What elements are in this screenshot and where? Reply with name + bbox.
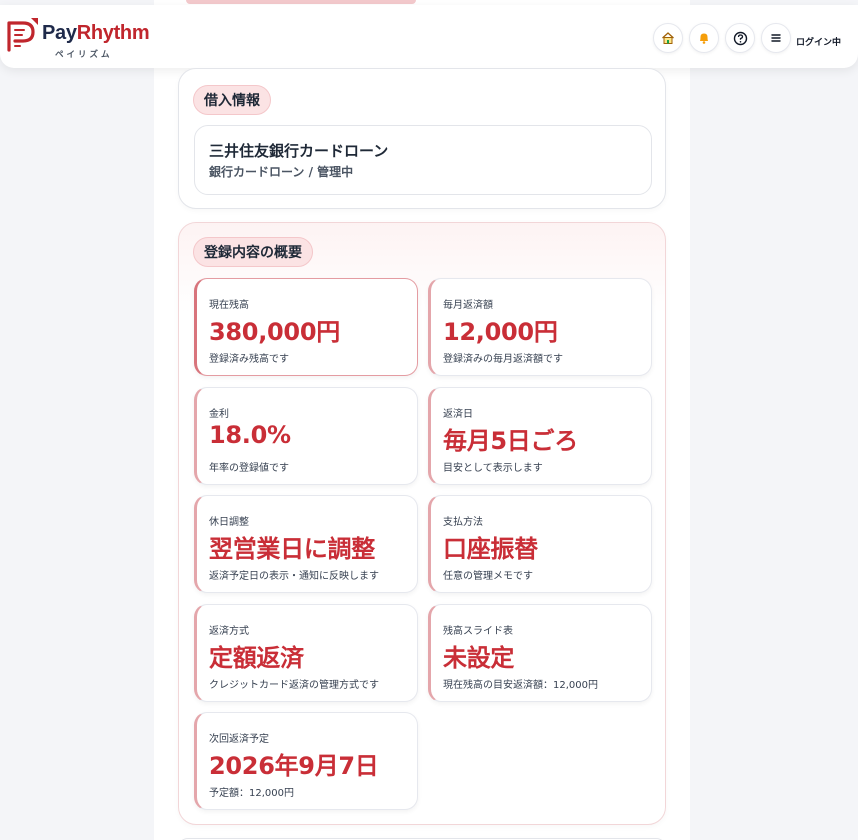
- tile-note: 現在残高の目安返済額：12,000円: [443, 680, 598, 691]
- loan-summary-box: 三井住友銀行カードローン 銀行カードローン / 管理中: [194, 125, 652, 195]
- tile-label: 次回返済予定: [209, 734, 269, 745]
- brand-logo[interactable]: PayRhythm ペイリズム: [5, 17, 150, 61]
- tile-value: 口座振替: [443, 535, 538, 563]
- tile-value: 毎月5日ごろ: [443, 427, 578, 455]
- tile-value: 380,000円: [209, 318, 340, 346]
- summary-tile-balance: 現在残高 380,000円 登録済み残高です: [194, 278, 418, 376]
- tile-label: 返済日: [443, 409, 473, 420]
- tile-label: 支払方法: [443, 517, 483, 528]
- loan-name: 三井住友銀行カードローン: [209, 142, 389, 160]
- brand-name: PayRhythm: [42, 22, 150, 44]
- help-icon: [733, 31, 747, 45]
- tile-value: 18.0%: [209, 421, 291, 449]
- tile-note: 任意の管理メモです: [443, 571, 533, 582]
- tile-label: 残高スライド表: [443, 626, 513, 637]
- tile-note: 予定額：12,000円: [209, 788, 294, 799]
- notifications-button[interactable]: [689, 23, 719, 53]
- tile-value: 2026年9月7日: [209, 752, 379, 780]
- menu-button[interactable]: [761, 23, 791, 53]
- previous-card-edge: [186, 0, 416, 4]
- tile-value: 翌営業日に調整: [209, 535, 375, 563]
- tile-note: 登録済みの毎月返済額です: [443, 354, 563, 365]
- home-icon: [662, 32, 674, 44]
- summary-tile-payment-method: 支払方法 口座振替 任意の管理メモです: [428, 495, 652, 593]
- tile-label: 毎月返済額: [443, 300, 493, 311]
- bell-icon: [700, 33, 708, 44]
- menu-icon: [771, 34, 781, 42]
- tile-note: 返済予定日の表示・通知に反映します: [209, 571, 379, 582]
- registration-summary-card: 登録内容の概要 現在残高 380,000円 登録済み残高です 毎月返済額 12,…: [178, 222, 666, 825]
- help-button[interactable]: [725, 23, 755, 53]
- summary-tile-interest-rate: 金利 18.0% 年率の登録値です: [194, 387, 418, 485]
- tile-label: 現在残高: [209, 300, 249, 311]
- summary-tile-repayment-type: 返済方式 定額返済 クレジットカード返済の管理方式です: [194, 604, 418, 702]
- summary-tile-payment-day: 返済日 毎月5日ごろ 目安として表示します: [428, 387, 652, 485]
- payrhythm-logo-icon: [7, 18, 38, 52]
- tile-note: 年率の登録値です: [209, 463, 289, 474]
- tile-value: 12,000円: [443, 318, 558, 346]
- summary-heading: 登録内容の概要: [193, 237, 313, 267]
- summary-tile-balance-slide-table: 残高スライド表 未設定 現在残高の目安返済額：12,000円: [428, 604, 652, 702]
- borrow-info-card: 借入情報 三井住友銀行カードローン 銀行カードローン / 管理中: [178, 68, 666, 209]
- summary-tile-holiday-adjustment: 休日調整 翌営業日に調整 返済予定日の表示・通知に反映します: [194, 495, 418, 593]
- summary-tile-next-payment: 次回返済予定 2026年9月7日 予定額：12,000円: [194, 712, 418, 810]
- loan-detail: 銀行カードローン / 管理中: [209, 165, 354, 179]
- brand-subtitle: ペイリズム: [55, 50, 113, 60]
- app-header: PayRhythm ペイリズム ログイン中: [0, 5, 858, 68]
- summary-tile-monthly-payment: 毎月返済額 12,000円 登録済みの毎月返済額です: [428, 278, 652, 376]
- home-button[interactable]: [653, 23, 683, 53]
- tile-note: 登録済み残高です: [209, 354, 289, 365]
- tile-label: 休日調整: [209, 517, 249, 528]
- login-status[interactable]: ログイン中: [796, 35, 841, 48]
- borrow-info-heading: 借入情報: [193, 85, 271, 115]
- tile-note: 目安として表示します: [443, 463, 543, 474]
- tile-label: 返済方式: [209, 626, 249, 637]
- tile-value: 定額返済: [209, 644, 304, 672]
- tile-value: 未設定: [443, 644, 515, 672]
- tile-label: 金利: [209, 409, 229, 420]
- tile-note: クレジットカード返済の管理方式です: [209, 680, 379, 691]
